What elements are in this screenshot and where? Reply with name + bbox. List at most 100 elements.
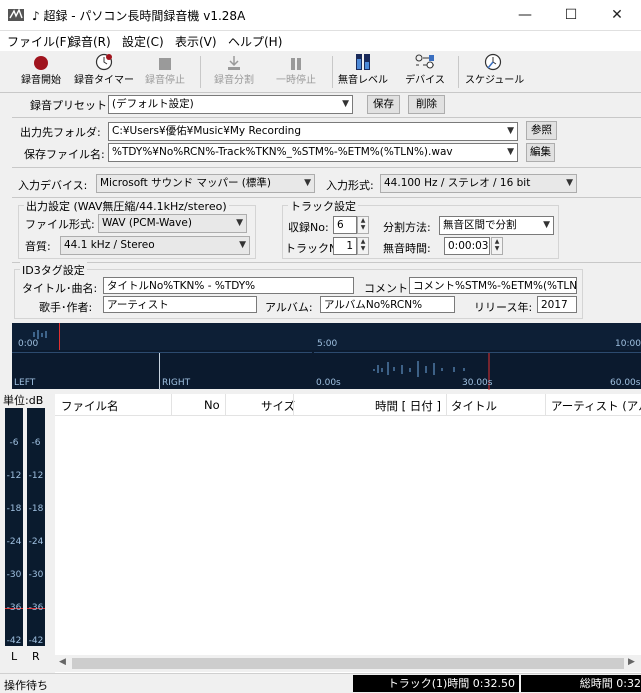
toolbar-separator [332,56,333,88]
total-time-panel: 総時間 0:32 [521,675,641,692]
file-list[interactable] [55,394,641,673]
level-meter-icon [336,52,390,71]
browse-button[interactable]: 参照 [526,121,557,140]
col-filename[interactable]: ファイル名 [61,398,119,414]
record-icon [16,52,66,71]
timeline-track[interactable]: 0:00 5:00 10:00 [12,323,641,350]
file-format-select[interactable]: WAV (PCM-Wave) ▼ [98,214,247,233]
menu-view[interactable]: 表示(V) [175,33,217,50]
scroll-left-icon[interactable]: ◀ [59,657,66,667]
meter-left-bar: -6 -12 -18 -24 -30 -36 -42 [5,408,23,646]
silence-level-label: 無音レベル [338,75,388,86]
tick-42: -42 [28,636,44,646]
level-meter-panel: 単位:dB -6 -12 -18 -24 -30 -36 -42 -6 -12 … [0,393,53,666]
tick-30: -30 [28,570,44,580]
detail-t60: 60.00s [610,378,641,388]
output-folder-value: C:¥Users¥優佑¥Music¥My Recording [112,125,301,137]
artist-input[interactable]: アーティスト [103,296,257,313]
year-input[interactable]: 2017 [537,296,577,313]
maximize-button[interactable]: ☐ [548,0,594,31]
scroll-right-icon[interactable]: ▶ [628,657,635,667]
menu-help[interactable]: ヘルプ(H) [228,33,282,50]
timer-button[interactable]: 録音タイマー [74,52,134,90]
file-format-value: WAV (PCM-Wave) [102,217,192,229]
split-method-value: 無音区間で分割 [443,219,517,231]
minimize-button[interactable]: — [502,0,548,31]
timeline-mid: 5:00 [317,339,338,349]
status-text: 操作待ち [4,679,48,692]
timeline-start: 0:00 [18,339,39,349]
split-button[interactable]: 録音分割 [208,52,260,90]
close-button[interactable]: ✕ [594,0,640,31]
horizontal-scrollbar[interactable]: ◀ ▶ [55,655,641,672]
tick-24: -24 [28,537,44,547]
rec-no-input[interactable]: 6 [333,216,357,234]
preset-delete-button[interactable]: 削除 [408,95,445,114]
record-button[interactable]: 録音開始 [16,52,66,90]
silence-level-button[interactable]: 無音レベル [336,52,390,90]
device-icon [402,52,448,71]
input-format-value: 44.100 Hz / ステレオ / 16 bit [384,177,531,189]
menu-settings[interactable]: 設定(C) [122,33,164,50]
scroll-thumb[interactable] [72,658,624,669]
comment-input[interactable]: コメント%STM%-%ETM%(%TLN%) [409,277,577,294]
col-time[interactable]: 時間 [ 日付 ] [375,398,441,414]
schedule-button[interactable]: スケジュール [465,52,525,90]
stop-button[interactable]: 録音停止 [140,52,190,90]
input-device-label: 入力デバイス: [18,179,88,192]
pause-label: 一時停止 [276,75,316,86]
col-title[interactable]: タイトル [451,398,497,414]
track-no-input[interactable]: 1 [333,237,357,255]
pause-button[interactable]: 一時停止 [270,52,322,90]
chevron-down-icon: ▼ [236,218,243,228]
col-artist[interactable]: アーティスト (アルバ [551,398,641,414]
menu-bar: ファイル(F) 録音(R) 設定(C) 表示(V) ヘルプ(H) [0,31,641,51]
quality-label: 音質: [25,240,51,253]
silence-time-spinner[interactable]: ▲ ▼ [491,237,503,255]
detail-t0: 0.00s [316,378,341,388]
artist-label: 歌手･作者: [39,301,93,314]
quality-select[interactable]: 44.1 kHz / Stereo ▼ [60,236,250,255]
album-input[interactable]: アルバムNo%RCN% [320,296,455,313]
silence-time-input[interactable]: 0:00:03 [444,237,490,255]
app-icon[interactable] [7,6,25,24]
track-settings-title: トラック設定 [288,198,358,214]
tag-title-input[interactable]: タイトルNo%TKN% - %TDY% [103,277,354,294]
timer-icon [74,52,134,71]
timer-label: 録音タイマー [74,75,134,86]
col-size[interactable]: サイズ [261,398,295,414]
menu-record[interactable]: 録音(R) [69,33,111,50]
split-label: 録音分割 [214,75,254,86]
chevron-down-icon: ▼ [507,126,514,136]
meter-left-label: L [11,650,18,663]
pause-icon [270,52,322,71]
scope-divider [159,353,160,390]
rec-no-spinner[interactable]: ▲ ▼ [357,216,369,234]
edit-button[interactable]: 編集 [526,143,555,162]
tick-12: -12 [28,471,44,481]
waveform-panel: 0:00 5:00 10:00 LEFT RIGHT 0.00s 30.00s … [12,323,641,390]
device-button[interactable]: デバイス [402,52,448,90]
tick-30: -30 [6,570,22,580]
menu-file[interactable]: ファイル(F) [7,33,71,50]
preset-label: 録音プリセット: [30,99,111,112]
output-folder-select[interactable]: C:¥Users¥優佑¥Music¥My Recording ▼ [108,122,518,141]
col-separator [225,394,226,416]
input-format-select[interactable]: 44.100 Hz / ステレオ / 16 bit ▼ [380,174,577,193]
filename-value: %TDY%¥No%RCN%-Track%TKN%_%STM%-%ETM%(%TL… [112,146,453,158]
timeline-end: 10:00 [615,339,641,349]
col-no[interactable]: No [204,398,220,412]
divider [12,262,641,263]
comment-label: コメント: [364,282,412,295]
preset-select[interactable]: (デフォルト設定) ▼ [108,95,353,114]
input-device-select[interactable]: Microsoft サウンド マッパー (標準) ▼ [96,174,315,193]
schedule-label: スケジュール [465,75,525,86]
preset-save-button[interactable]: 保存 [367,95,400,114]
split-method-select[interactable]: 無音区間で分割 ▼ [439,216,554,235]
track-time-panel: トラック(1)時間 0:32.50 [353,675,519,692]
track-no-spinner[interactable]: ▲ ▼ [357,237,369,255]
filename-select[interactable]: %TDY%¥No%RCN%-Track%TKN%_%STM%-%ETM%(%TL… [108,143,518,162]
col-separator [171,394,172,416]
col-separator [545,394,546,416]
rec-no-label: 収録No: [288,221,329,234]
